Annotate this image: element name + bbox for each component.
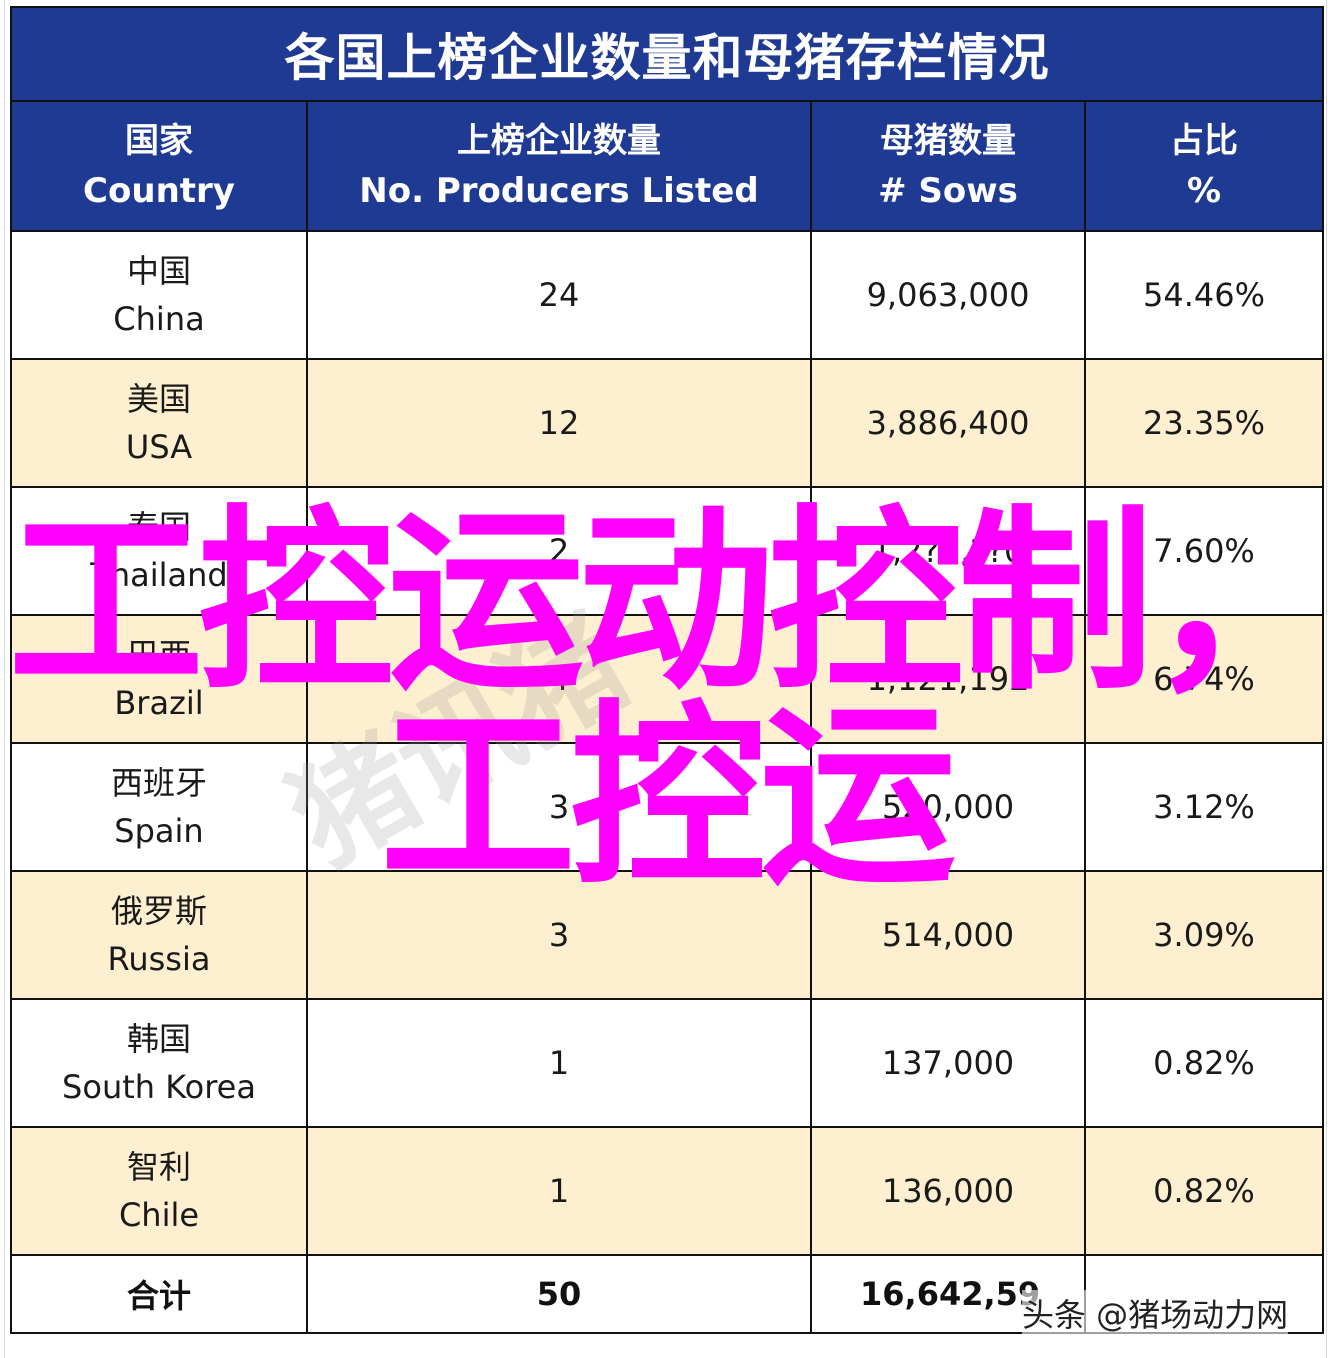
cell-share: 3.09% (1084, 870, 1324, 1000)
cell-country: 俄罗斯 Russia (10, 870, 308, 1000)
cell-country: 西班牙 Spain (10, 742, 308, 872)
cell-country: 中国 China (10, 230, 308, 360)
table-row: 西班牙 Spain 3 520,000 3.12% (10, 742, 1324, 872)
country-zh: 智利 (126, 1148, 191, 1186)
cell-sows: 1,2?5,??0 (810, 486, 1086, 616)
header-share-en: % (1186, 171, 1222, 211)
header-country: 国家 Country (10, 100, 308, 232)
cell-share: 0.82% (1084, 1126, 1324, 1256)
producers-value: 3 (548, 788, 570, 826)
cell-producers: 1 (306, 998, 812, 1128)
header-producers: 上榜企业数量 No. Producers Listed (306, 100, 812, 232)
country-en: China (113, 300, 205, 338)
cell-producers: 1 (306, 1126, 812, 1256)
header-sows-en: # Sows (878, 171, 1018, 211)
header-country-zh: 国家 (125, 121, 193, 161)
total-producers: 50 (306, 1254, 812, 1334)
share-value: 6.74% (1153, 660, 1255, 698)
cell-sows: 514,000 (810, 870, 1086, 1000)
cell-country: 韩国 South Korea (10, 998, 308, 1128)
share-value: 0.82% (1153, 1172, 1255, 1210)
country-zh: 韩国 (126, 1020, 191, 1058)
producers-value: 1 (548, 1172, 570, 1210)
cell-sows: 136,000 (810, 1126, 1086, 1256)
table-row: 智利 Chile 1 136,000 0.82% (10, 1126, 1324, 1256)
header-sows-zh: 母猪数量 (880, 121, 1016, 161)
cell-producers: 12 (306, 358, 812, 488)
country-en: South Korea (62, 1068, 256, 1106)
source-watermark: 头条 @猪场动力网 (1022, 1290, 1289, 1336)
producers-value: 1 (548, 1044, 570, 1082)
country-zh: 西班牙 (110, 764, 207, 802)
sows-value: 136,000 (881, 1172, 1015, 1210)
cell-country: 巴西 Brazil (10, 614, 308, 744)
table-row: 泰国 Thailand 2 1,2?5,??0 7.60% (10, 486, 1324, 616)
cell-producers: 2 (306, 486, 812, 616)
producers-value: 2 (548, 532, 570, 570)
cell-sows: 137,000 (810, 998, 1086, 1128)
country-en: Spain (114, 812, 204, 850)
cell-share: 3.12% (1084, 742, 1324, 872)
country-zh: 俄罗斯 (110, 892, 207, 930)
cell-producers: 3 (306, 870, 812, 1000)
header-producers-en: No. Producers Listed (359, 171, 759, 211)
share-value: 3.09% (1153, 916, 1255, 954)
sows-value: 1,121,192 (866, 660, 1030, 698)
cell-sows: 9,063,000 (810, 230, 1086, 360)
total-label: 合计 (10, 1254, 308, 1334)
cell-sows: 1,121,192 (810, 614, 1086, 744)
header-share-zh: 占比 (1170, 121, 1238, 161)
cell-producers: 24 (306, 230, 812, 360)
country-zh: 中国 (126, 252, 191, 290)
producers-value: 3 (548, 916, 570, 954)
country-en: Brazil (114, 684, 204, 722)
cell-sows: 520,000 (810, 742, 1086, 872)
producers-value: 24 (538, 276, 580, 314)
country-en: Chile (118, 1196, 200, 1234)
cell-sows: 3,886,400 (810, 358, 1086, 488)
table-row: 巴西 Brazil 4 1,121,192 6.74% (10, 614, 1324, 744)
table-row: 韩国 South Korea 1 137,000 0.82% (10, 998, 1324, 1128)
share-value: 0.82% (1153, 1044, 1255, 1082)
sows-value: 1,2?5,??0 (871, 532, 1025, 570)
sows-value: 9,063,000 (866, 276, 1030, 314)
country-zh: 美国 (126, 380, 191, 418)
table-row: 中国 China 24 9,063,000 54.46% (10, 230, 1324, 360)
table-title: 各国上榜企业数量和母猪存栏情况 (10, 6, 1324, 102)
sows-value: 137,000 (881, 1044, 1015, 1082)
producers-value: 4 (548, 660, 570, 698)
header-share: 占比 % (1084, 100, 1324, 232)
cell-share: 7.60% (1084, 486, 1324, 616)
sows-table: 各国上榜企业数量和母猪存栏情况 国家 Country 上榜企业数量 No. Pr… (10, 6, 1324, 1334)
cell-share: 0.82% (1084, 998, 1324, 1128)
header-sows: 母猪数量 # Sows (810, 100, 1086, 232)
share-value: 23.35% (1142, 404, 1265, 442)
cell-country: 泰国 Thailand (10, 486, 308, 616)
cell-country: 美国 USA (10, 358, 308, 488)
country-zh: 巴西 (126, 636, 191, 674)
share-value: 54.46% (1142, 276, 1265, 314)
country-en: Thailand (90, 556, 228, 594)
producers-value: 12 (538, 404, 580, 442)
cell-country: 智利 Chile (10, 1126, 308, 1256)
sows-value: 514,000 (881, 916, 1015, 954)
cell-producers: 3 (306, 742, 812, 872)
country-en: Russia (107, 940, 211, 978)
sows-value: 520,000 (881, 788, 1015, 826)
sheet-gridline (4, 0, 5, 1358)
cell-share: 23.35% (1084, 358, 1324, 488)
share-value: 7.60% (1153, 532, 1255, 570)
header-producers-zh: 上榜企业数量 (457, 121, 661, 161)
sheet-gridline (1326, 0, 1327, 1358)
country-en: USA (125, 428, 193, 466)
country-zh: 泰国 (126, 508, 191, 546)
cell-share: 6.74% (1084, 614, 1324, 744)
table-row: 俄罗斯 Russia 3 514,000 3.09% (10, 870, 1324, 1000)
cell-share: 54.46% (1084, 230, 1324, 360)
cell-producers: 4 (306, 614, 812, 744)
table-row: 美国 USA 12 3,886,400 23.35% (10, 358, 1324, 488)
sows-value: 3,886,400 (866, 404, 1030, 442)
share-value: 3.12% (1153, 788, 1255, 826)
header-country-en: Country (83, 171, 235, 211)
